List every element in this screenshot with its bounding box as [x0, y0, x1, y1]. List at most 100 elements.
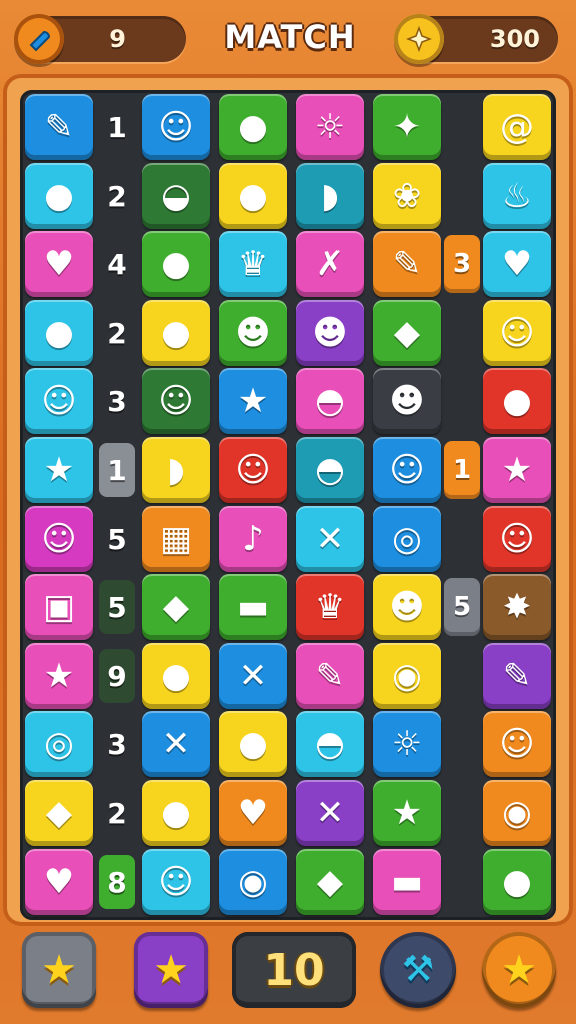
board-tile[interactable]: ●	[219, 94, 287, 160]
tile-icon: ◆	[45, 793, 73, 833]
board-tile[interactable]: ★	[25, 643, 93, 709]
tile-icon: ❀	[392, 176, 422, 216]
board-tile[interactable]: ◓	[296, 437, 364, 503]
board-tile[interactable]: ◉	[373, 643, 441, 709]
board-tile[interactable]: ☺	[142, 94, 210, 160]
board-tile[interactable]: ★	[25, 437, 93, 503]
board-tile[interactable]: ☻	[296, 300, 364, 366]
board-tile[interactable]: ◓	[296, 711, 364, 777]
board-tile[interactable]: ✎	[25, 94, 93, 160]
tile-icon: ◆	[393, 313, 421, 353]
board-tile[interactable]: ●	[483, 368, 551, 434]
row-hint-number: 8	[99, 855, 135, 909]
board-tile[interactable]: ✕	[296, 506, 364, 572]
board-tile[interactable]: ●	[142, 231, 210, 297]
board-tile[interactable]: ◓	[296, 368, 364, 434]
tile-icon: ●	[161, 656, 191, 696]
star-icon: ★	[153, 947, 189, 993]
board-tile[interactable]: ☻	[219, 300, 287, 366]
board-tile[interactable]: ✎	[373, 231, 441, 297]
board-tile[interactable]: ☼	[296, 94, 364, 160]
board-tile[interactable]: ✕	[142, 711, 210, 777]
board-tile[interactable]: ♨	[483, 163, 551, 229]
tile-icon: ♥	[43, 244, 75, 284]
tile-icon: ◗	[321, 176, 339, 216]
board-tile[interactable]: ☻	[373, 368, 441, 434]
star-booster-button-2[interactable]: ★	[134, 932, 208, 1008]
board-tile[interactable]: ◒	[142, 163, 210, 229]
board-tile[interactable]: ●	[219, 163, 287, 229]
tile-icon: ☺	[41, 381, 77, 421]
board-tile[interactable]: ✎	[483, 643, 551, 709]
board-tile[interactable]: ♥	[219, 780, 287, 846]
row-hint-number: 2	[107, 796, 127, 830]
board-tile[interactable]: ☺	[142, 849, 210, 915]
board-tile[interactable]: ✕	[219, 643, 287, 709]
board-tile[interactable]: ❀	[373, 163, 441, 229]
board-tile[interactable]: ●	[142, 780, 210, 846]
tile-icon: ●	[44, 313, 74, 353]
board-tile[interactable]: ♥	[25, 849, 93, 915]
board-tile[interactable]: ♪	[219, 506, 287, 572]
board-tile[interactable]: ◗	[296, 163, 364, 229]
board-tile[interactable]: ◎	[25, 711, 93, 777]
board-tile[interactable]: ▣	[25, 574, 93, 640]
board-tile[interactable]: ✎	[296, 643, 364, 709]
board-tile[interactable]: ✦	[373, 94, 441, 160]
board-tile[interactable]: ◉	[483, 780, 551, 846]
wrench-icon[interactable]	[14, 14, 64, 64]
board-tile[interactable]: ▬	[373, 849, 441, 915]
moves-value: 9	[109, 25, 126, 53]
tile-icon: ♥	[43, 862, 75, 902]
tile-icon: ▣	[42, 587, 76, 627]
tile-icon: ☺	[499, 519, 535, 559]
board-tile[interactable]: ★	[219, 368, 287, 434]
board-tile[interactable]: ●	[25, 163, 93, 229]
board-tile[interactable]: ●	[219, 711, 287, 777]
tile-icon: ★	[391, 793, 423, 833]
moves-counter: 9	[14, 14, 186, 64]
board-tile[interactable]: @	[483, 94, 551, 160]
board-tile[interactable]: ☺	[25, 368, 93, 434]
board-tile[interactable]: ♛	[296, 574, 364, 640]
board-tile[interactable]: ✸	[483, 574, 551, 640]
board-tile[interactable]: ☺	[483, 300, 551, 366]
board-tile[interactable]: ◆	[142, 574, 210, 640]
star-booster-button-1[interactable]: ★	[22, 932, 96, 1008]
board-tile[interactable]: ◎	[373, 506, 441, 572]
board-tile[interactable]: ★	[373, 780, 441, 846]
tile-icon: ●	[238, 107, 268, 147]
board-tile[interactable]: ☼	[373, 711, 441, 777]
board-tile[interactable]: ●	[142, 300, 210, 366]
board-tile[interactable]: ◆	[296, 849, 364, 915]
board-tile[interactable]: ☺	[25, 506, 93, 572]
board-tile[interactable]: ▬	[219, 574, 287, 640]
board-tile[interactable]: ★	[483, 437, 551, 503]
board-tile[interactable]: ▦	[142, 506, 210, 572]
coin-icon[interactable]	[394, 14, 444, 64]
board-tile[interactable]: ☺	[142, 368, 210, 434]
board-tile[interactable]: ♥	[25, 231, 93, 297]
board-tile[interactable]: ♥	[483, 231, 551, 297]
tile-icon: ◗	[167, 450, 185, 490]
board-tile[interactable]: ☻	[373, 574, 441, 640]
board-tile[interactable]: ☺	[219, 437, 287, 503]
row-hint-number: 2	[107, 179, 127, 213]
board-tile[interactable]: ◗	[142, 437, 210, 503]
board-tile[interactable]: ✗	[296, 231, 364, 297]
row-hint-number: 1	[107, 110, 127, 144]
hammer-button[interactable]: ⚒	[380, 932, 456, 1008]
board-tile[interactable]: ◉	[219, 849, 287, 915]
board-tile[interactable]: ☺	[483, 506, 551, 572]
board-tile[interactable]: ♛	[219, 231, 287, 297]
board-tile[interactable]: ●	[483, 849, 551, 915]
board-tile[interactable]: ◆	[373, 300, 441, 366]
row-hint-number: 1	[99, 443, 135, 497]
board-tile[interactable]: ●	[142, 643, 210, 709]
board-tile[interactable]: ✕	[296, 780, 364, 846]
board-tile[interactable]: ☺	[483, 711, 551, 777]
board-tile[interactable]: ●	[25, 300, 93, 366]
board-tile[interactable]: ◆	[25, 780, 93, 846]
board-tile[interactable]: ☺	[373, 437, 441, 503]
star-booster-button-3[interactable]: ★	[482, 932, 556, 1008]
